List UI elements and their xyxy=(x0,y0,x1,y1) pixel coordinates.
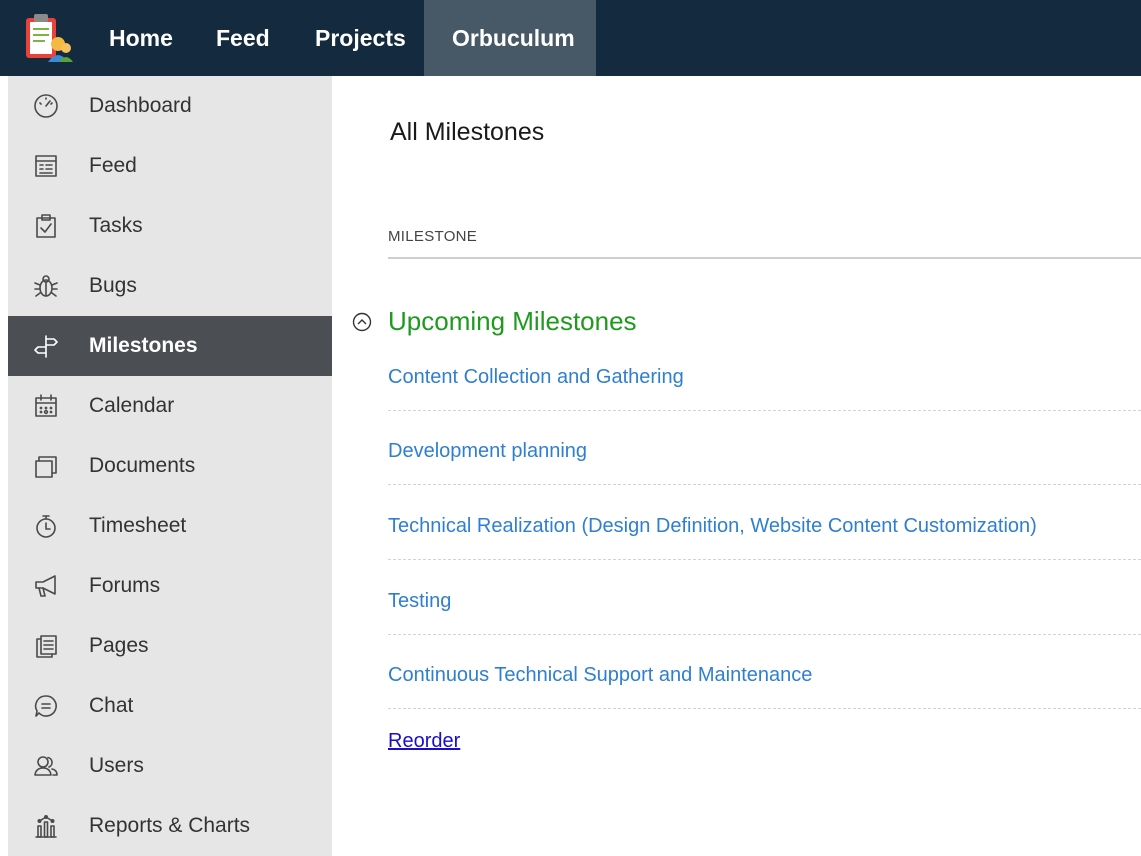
sidebar-item-bugs[interactable]: Bugs xyxy=(8,256,332,316)
signpost-icon xyxy=(32,332,60,360)
sidebar-item-label: Bugs xyxy=(89,274,137,297)
sidebar-item-label: Forums xyxy=(89,574,161,597)
row-divider xyxy=(388,634,1141,635)
sidebar-item-documents[interactable]: Documents xyxy=(8,436,332,496)
sidebar-item-reports-charts[interactable]: Reports & Charts xyxy=(8,796,332,856)
topnav-orbuculum[interactable]: Orbuculum xyxy=(424,0,596,76)
pages-icon xyxy=(32,632,60,660)
sidebar-item-label: Milestones xyxy=(89,334,198,357)
topnav-home[interactable]: Home xyxy=(109,0,173,76)
sidebar-item-label: Pages xyxy=(89,634,149,657)
sidebar-item-chat[interactable]: Chat xyxy=(8,676,332,736)
milestone-link[interactable]: Content Collection and Gathering xyxy=(388,366,684,389)
megaphone-icon xyxy=(32,572,60,600)
row-divider xyxy=(388,484,1141,485)
column-header-milestone[interactable]: MILESTONE xyxy=(388,228,477,245)
milestone-link[interactable]: Technical Realization (Design Definition… xyxy=(388,515,1037,538)
milestone-link[interactable]: Continuous Technical Support and Mainten… xyxy=(388,664,812,687)
reorder-link[interactable]: Reorder xyxy=(388,730,460,753)
sidebar-item-tasks[interactable]: Tasks xyxy=(8,196,332,256)
group-title-upcoming[interactable]: Upcoming Milestones xyxy=(388,306,637,337)
list-item: Development planning xyxy=(388,440,1141,514)
list-item: Technical Realization (Design Definition… xyxy=(388,515,1141,589)
column-header-divider xyxy=(388,257,1141,259)
dashboard-icon xyxy=(32,92,60,120)
sidebar-item-users[interactable]: Users xyxy=(8,736,332,796)
sidebar-item-label: Users xyxy=(89,754,144,777)
list-item: Continuous Technical Support and Mainten… xyxy=(388,664,1141,738)
bug-icon xyxy=(32,272,60,300)
sidebar-item-dashboard[interactable]: Dashboard xyxy=(8,76,332,136)
sidebar-item-label: Timesheet xyxy=(89,514,187,537)
row-divider xyxy=(388,410,1141,411)
sidebar-item-label: Reports & Charts xyxy=(89,814,251,837)
collapse-group-icon[interactable] xyxy=(352,312,372,332)
list-item: Content Collection and Gathering xyxy=(388,366,1141,440)
calendar-icon xyxy=(32,392,60,420)
reports-icon xyxy=(32,812,60,840)
timer-icon xyxy=(32,512,60,540)
milestone-link[interactable]: Development planning xyxy=(388,440,587,463)
top-navigation-bar: Home Feed Projects Orbuculum xyxy=(0,0,1141,76)
page-title: All Milestones xyxy=(390,118,545,146)
sidebar-item-label: Tasks xyxy=(89,214,143,237)
sidebar-item-pages[interactable]: Pages xyxy=(8,616,332,676)
list-item: Testing xyxy=(388,590,1141,664)
documents-icon xyxy=(32,452,60,480)
sidebar-item-label: Chat xyxy=(89,694,134,717)
chat-icon xyxy=(32,692,60,720)
sidebar-item-feed[interactable]: Feed xyxy=(8,136,332,196)
feed-icon xyxy=(32,152,60,180)
sidebar-item-label: Calendar xyxy=(89,394,175,417)
row-divider xyxy=(388,559,1141,560)
sidebar-item-timesheet[interactable]: Timesheet xyxy=(8,496,332,556)
sidebar-item-milestones[interactable]: Milestones xyxy=(8,316,332,376)
sidebar-item-label: Dashboard xyxy=(89,94,192,117)
sidebar-item-forums[interactable]: Forums xyxy=(8,556,332,616)
tasks-icon xyxy=(32,212,60,240)
app-logo-icon[interactable] xyxy=(20,12,74,64)
topnav-feed[interactable]: Feed xyxy=(216,0,270,76)
main-content: All Milestones MILESTONE Upcoming Milest… xyxy=(332,76,1141,856)
sidebar-item-label: Documents xyxy=(89,454,196,477)
sidebar-item-calendar[interactable]: Calendar xyxy=(8,376,332,436)
milestone-link[interactable]: Testing xyxy=(388,590,451,613)
sidebar: Dashboard Feed Tasks Bugs Milestones Cal… xyxy=(8,76,332,856)
row-divider xyxy=(388,708,1141,709)
topnav-projects[interactable]: Projects xyxy=(315,0,406,76)
sidebar-item-label: Feed xyxy=(89,154,137,177)
users-icon xyxy=(32,752,60,780)
